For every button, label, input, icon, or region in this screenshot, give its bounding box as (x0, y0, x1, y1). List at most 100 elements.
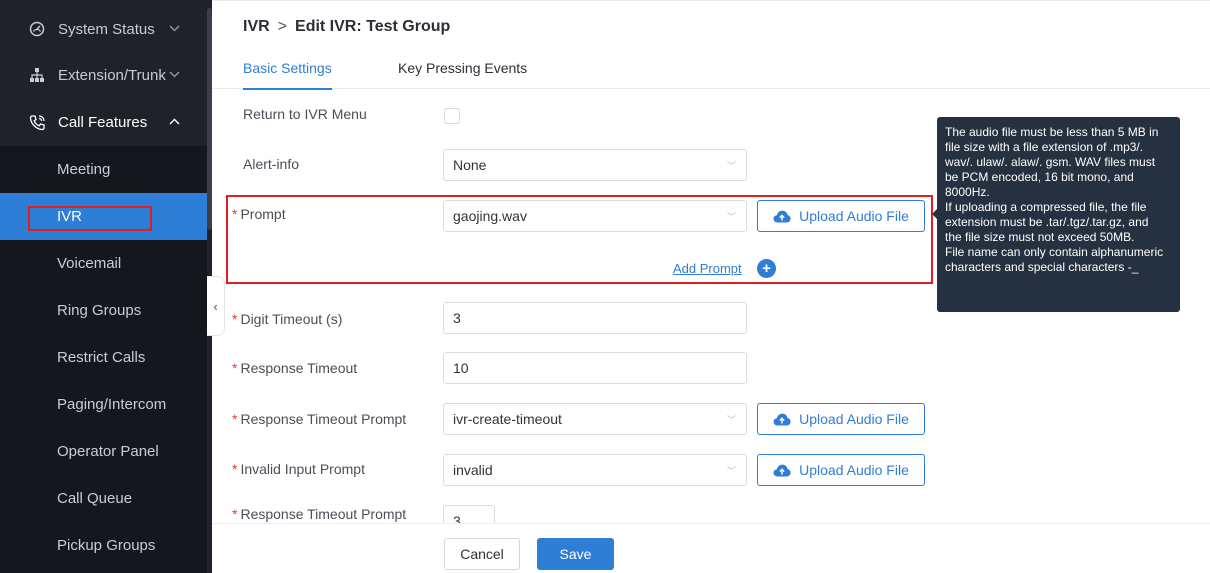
required-mark: * (232, 206, 238, 222)
required-mark: * (232, 360, 238, 376)
nav-group-call-features[interactable]: Call Features (0, 99, 207, 145)
add-icon[interactable]: + (757, 259, 776, 278)
breadcrumb: IVR > Edit IVR: Test Group (243, 18, 450, 36)
sidebar-item-label: Voicemail (57, 255, 122, 272)
response-timeout-prompt-value: ivr-create-timeout (453, 411, 562, 427)
nav-group-system-status[interactable]: System Status (0, 6, 207, 52)
add-prompt-link[interactable]: Add Prompt (673, 261, 742, 276)
call-features-submenu: Meeting IVR Voicemail Ring Groups Restri… (0, 146, 207, 573)
sidebar-item-label: Pickup Groups (57, 537, 156, 554)
tooltip-line: be PCM encoded, 16 bit mono, and (945, 170, 1134, 184)
tab-key-pressing-events[interactable]: Key Pressing Events (398, 60, 527, 89)
sidebar-item-label: Paging/Intercom (57, 396, 167, 413)
sidebar-item-label: Call Queue (57, 490, 133, 507)
nav-group-extension-trunk[interactable]: Extension/Trunk (0, 52, 207, 98)
gauge-icon (28, 20, 46, 38)
sidebar-item-meeting[interactable]: Meeting (0, 146, 207, 193)
response-timeout-prompt-label-text: Response Timeout Prompt (240, 411, 407, 427)
required-mark: * (232, 461, 238, 477)
tooltip-arrow (932, 209, 937, 219)
invalid-input-prompt-label-text: Invalid Input Prompt (240, 461, 365, 477)
sidebar-item-call-queue[interactable]: Call Queue (0, 475, 207, 522)
chevron-down-icon: ﹀ (726, 212, 736, 222)
chevron-down-icon (167, 69, 181, 81)
invalid-input-prompt-select[interactable]: invalid ﹀ (443, 454, 747, 486)
cancel-button[interactable]: Cancel (444, 538, 520, 570)
sidebar-item-operator-panel[interactable]: Operator Panel (0, 428, 207, 475)
breadcrumb-root[interactable]: IVR (243, 18, 270, 36)
response-timeout-prompt-select[interactable]: ivr-create-timeout ﹀ (443, 403, 747, 435)
prompt-value: gaojing.wav (453, 208, 527, 224)
upload-label: Upload Audio File (799, 208, 909, 224)
digit-timeout-label-text: Digit Timeout (s) (240, 311, 343, 327)
chevron-down-icon: ﹀ (726, 161, 736, 171)
divider (212, 0, 1210, 1)
save-button[interactable]: Save (537, 538, 614, 570)
prompt-upload-button[interactable]: Upload Audio File (757, 200, 925, 232)
chevron-down-icon: ﹀ (726, 415, 736, 425)
upload-help-tooltip: The audio file must be less than 5 MB in… (932, 117, 1180, 312)
sidebar-item-voicemail[interactable]: Voicemail (0, 240, 207, 287)
response-timeout-prompt-label: * Response Timeout Prompt (232, 411, 406, 427)
response-timeout-label: * Response Timeout (232, 360, 357, 376)
cloud-upload-icon (773, 464, 791, 476)
alert-info-select[interactable]: None ﹀ (443, 149, 747, 181)
nav-group-label: Call Features (58, 113, 148, 131)
sidebar-item-label: Restrict Calls (57, 349, 146, 366)
response-timeout-value: 10 (453, 360, 469, 376)
alert-info-value: None (453, 157, 487, 173)
required-mark: * (232, 311, 238, 327)
response-timeout-label-text: Response Timeout (240, 360, 358, 376)
tooltip-line: file size with a file extension of .mp3/… (945, 140, 1144, 154)
response-timeout-prompt-repeat-label: * Response Timeout Prompt (232, 506, 406, 522)
response-timeout-input[interactable]: 10 (443, 352, 747, 384)
sidebar-item-restrict-calls[interactable]: Restrict Calls (0, 334, 207, 381)
tooltip-line: extension must be .tar/.tgz/.tar.gz, and (945, 215, 1149, 229)
chevron-down-icon: ﹀ (726, 466, 736, 476)
return-to-ivr-label: Return to IVR Menu (243, 106, 367, 122)
chevron-left-icon: ‹ (213, 298, 218, 314)
digit-timeout-label: * Digit Timeout (s) (232, 311, 342, 327)
prompt-select[interactable]: gaojing.wav ﹀ (443, 200, 747, 232)
return-to-ivr-checkbox[interactable] (444, 108, 460, 124)
phone-icon (28, 113, 46, 131)
response-timeout-prompt-repeat-label-text: Response Timeout Prompt (240, 506, 407, 522)
sidebar-item-label: Meeting (57, 161, 111, 178)
tooltip-line: The audio file must be less than 5 MB in (945, 125, 1159, 139)
upload-label: Upload Audio File (799, 462, 909, 478)
required-mark: * (232, 411, 238, 427)
chevron-up-icon (167, 116, 181, 128)
cloud-upload-icon (773, 413, 791, 425)
nav-group-label: Extension/Trunk (58, 66, 166, 84)
invalid-input-prompt-label: * Invalid Input Prompt (232, 461, 365, 477)
page-title: Edit IVR: Test Group (295, 18, 451, 35)
alert-info-label: Alert-info (243, 156, 300, 172)
digit-timeout-value: 3 (453, 310, 461, 326)
upload-label: Upload Audio File (799, 411, 909, 427)
sidebar-item-paging-intercom[interactable]: Paging/Intercom (0, 381, 207, 428)
highlight-box (28, 206, 152, 231)
cloud-upload-icon (773, 210, 791, 222)
sidebar-collapse-button[interactable]: ‹ (207, 276, 225, 336)
sidebar-item-ivr[interactable]: IVR (0, 193, 207, 240)
tooltip-line: 8000Hz. (945, 185, 990, 199)
chevron-down-icon (167, 23, 181, 35)
prompt-label: * Prompt (232, 206, 286, 222)
form-footer: Cancel Save (212, 523, 1210, 573)
sidebar-item-ring-groups[interactable]: Ring Groups (0, 287, 207, 334)
tooltip-line: the file size must not exceed 50MB. (945, 230, 1135, 244)
network-icon (28, 66, 46, 84)
invalid-input-upload-button[interactable]: Upload Audio File (757, 454, 925, 486)
nav-group-label: System Status (58, 20, 155, 38)
required-mark: * (232, 506, 238, 522)
digit-timeout-input[interactable]: 3 (443, 302, 747, 334)
tooltip-line: File name can only contain alphanumeric (945, 245, 1164, 259)
response-timeout-upload-button[interactable]: Upload Audio File (757, 403, 925, 435)
tooltip-line: characters and special characters -_ (945, 260, 1139, 274)
tab-basic-settings[interactable]: Basic Settings (243, 60, 332, 90)
sidebar-item-pickup-groups[interactable]: Pickup Groups (0, 522, 207, 569)
invalid-input-prompt-value: invalid (453, 462, 493, 478)
sidebar-item-label: Operator Panel (57, 443, 159, 460)
prompt-label-text: Prompt (240, 206, 286, 222)
tooltip-line: If uploading a compressed file, the file (945, 200, 1147, 214)
